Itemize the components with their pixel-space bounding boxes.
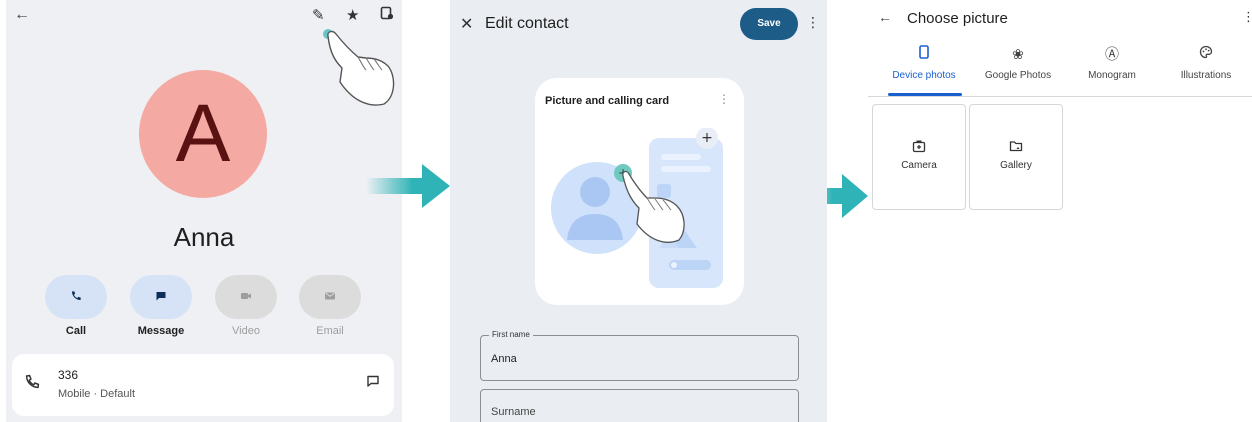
tab-label: Monogram <box>1088 70 1136 81</box>
flow-arrow-icon <box>366 164 450 208</box>
back-arrow-icon[interactable]: ← <box>878 9 892 25</box>
camera-label: Camera <box>901 160 937 171</box>
gallery-option[interactable]: Gallery <box>969 104 1063 210</box>
message-label: Message <box>137 325 185 337</box>
contact-avatar: A <box>139 70 267 198</box>
phone-icon <box>24 374 40 395</box>
tab-monogram[interactable]: Ⓐ Monogram <box>1064 44 1160 81</box>
tab-device-photos[interactable]: Device photos <box>876 44 972 81</box>
svg-text:+: + <box>701 130 713 146</box>
phone-icon <box>70 290 82 305</box>
picture-calling-card[interactable]: Picture and calling card ⋮ + + <box>535 78 744 305</box>
page-title: Choose picture <box>907 10 1008 27</box>
gallery-folder-icon <box>970 139 1062 156</box>
choose-picture-screen: ← Choose picture ⋮ Device photos ❀ Googl… <box>868 0 1252 422</box>
contact-name: Anna <box>173 222 235 252</box>
email-button[interactable] <box>299 275 361 319</box>
call-button[interactable] <box>45 275 107 319</box>
phone-number-card[interactable]: 336 Mobile · Default <box>12 354 394 416</box>
phone-device-icon <box>876 44 972 64</box>
more-options-icon[interactable]: ⋮ <box>1242 9 1252 25</box>
video-button[interactable] <box>215 275 277 319</box>
tab-label: Device photos <box>892 70 956 81</box>
video-icon <box>240 290 252 305</box>
contact-details-screen: ← ✎ ★ A Anna Call Message Video Email 33 <box>6 0 402 422</box>
surname-field[interactable]: Surname <box>480 389 799 422</box>
avatar-letter: A <box>175 88 231 179</box>
divider <box>868 96 1252 97</box>
phone-type: Mobile · Default <box>58 388 136 400</box>
card-menu-icon[interactable]: ⋮ <box>718 92 730 106</box>
pencil-icon[interactable]: ✎ <box>312 6 325 24</box>
contact-settings-icon[interactable] <box>380 6 394 24</box>
gallery-label: Gallery <box>1000 160 1032 171</box>
sms-icon[interactable] <box>366 374 380 391</box>
back-arrow-icon[interactable]: ← <box>14 6 30 24</box>
message-icon <box>155 290 167 305</box>
close-icon[interactable]: ✕ <box>460 14 473 34</box>
palette-icon <box>1158 44 1252 64</box>
save-button[interactable]: Save <box>740 8 798 40</box>
tab-illustrations[interactable]: Illustrations <box>1158 44 1252 81</box>
email-label: Email <box>316 325 344 337</box>
surname-placeholder: Surname <box>491 406 536 418</box>
page-title: Edit contact <box>485 15 569 32</box>
pinwheel-icon: ❀ <box>1012 46 1024 62</box>
tab-label: Google Photos <box>984 70 1052 81</box>
calling-card-illustration: + + <box>551 128 723 288</box>
email-icon <box>324 290 336 305</box>
first-name-label: First name <box>489 330 533 339</box>
call-label: Call <box>65 325 87 337</box>
camera-icon <box>873 139 965 156</box>
phone-number: 336 <box>58 368 79 382</box>
edit-contact-screen: ✕ Edit contact Save ⋮ Picture and callin… <box>450 0 827 422</box>
camera-option[interactable]: Camera <box>872 104 966 210</box>
tab-label: Illustrations <box>1180 70 1232 81</box>
first-name-field[interactable]: First name Anna <box>480 330 799 381</box>
first-name-value: Anna <box>491 353 517 365</box>
more-options-icon[interactable]: ⋮ <box>806 14 820 31</box>
star-icon[interactable]: ★ <box>346 6 359 24</box>
card-title: Picture and calling card <box>545 95 670 107</box>
tap-hand-icon <box>323 29 395 106</box>
message-button[interactable] <box>130 275 192 319</box>
tab-google-photos[interactable]: ❀ Google Photos <box>970 44 1066 81</box>
video-label: Video <box>232 325 260 337</box>
monogram-icon: Ⓐ <box>1105 46 1119 62</box>
